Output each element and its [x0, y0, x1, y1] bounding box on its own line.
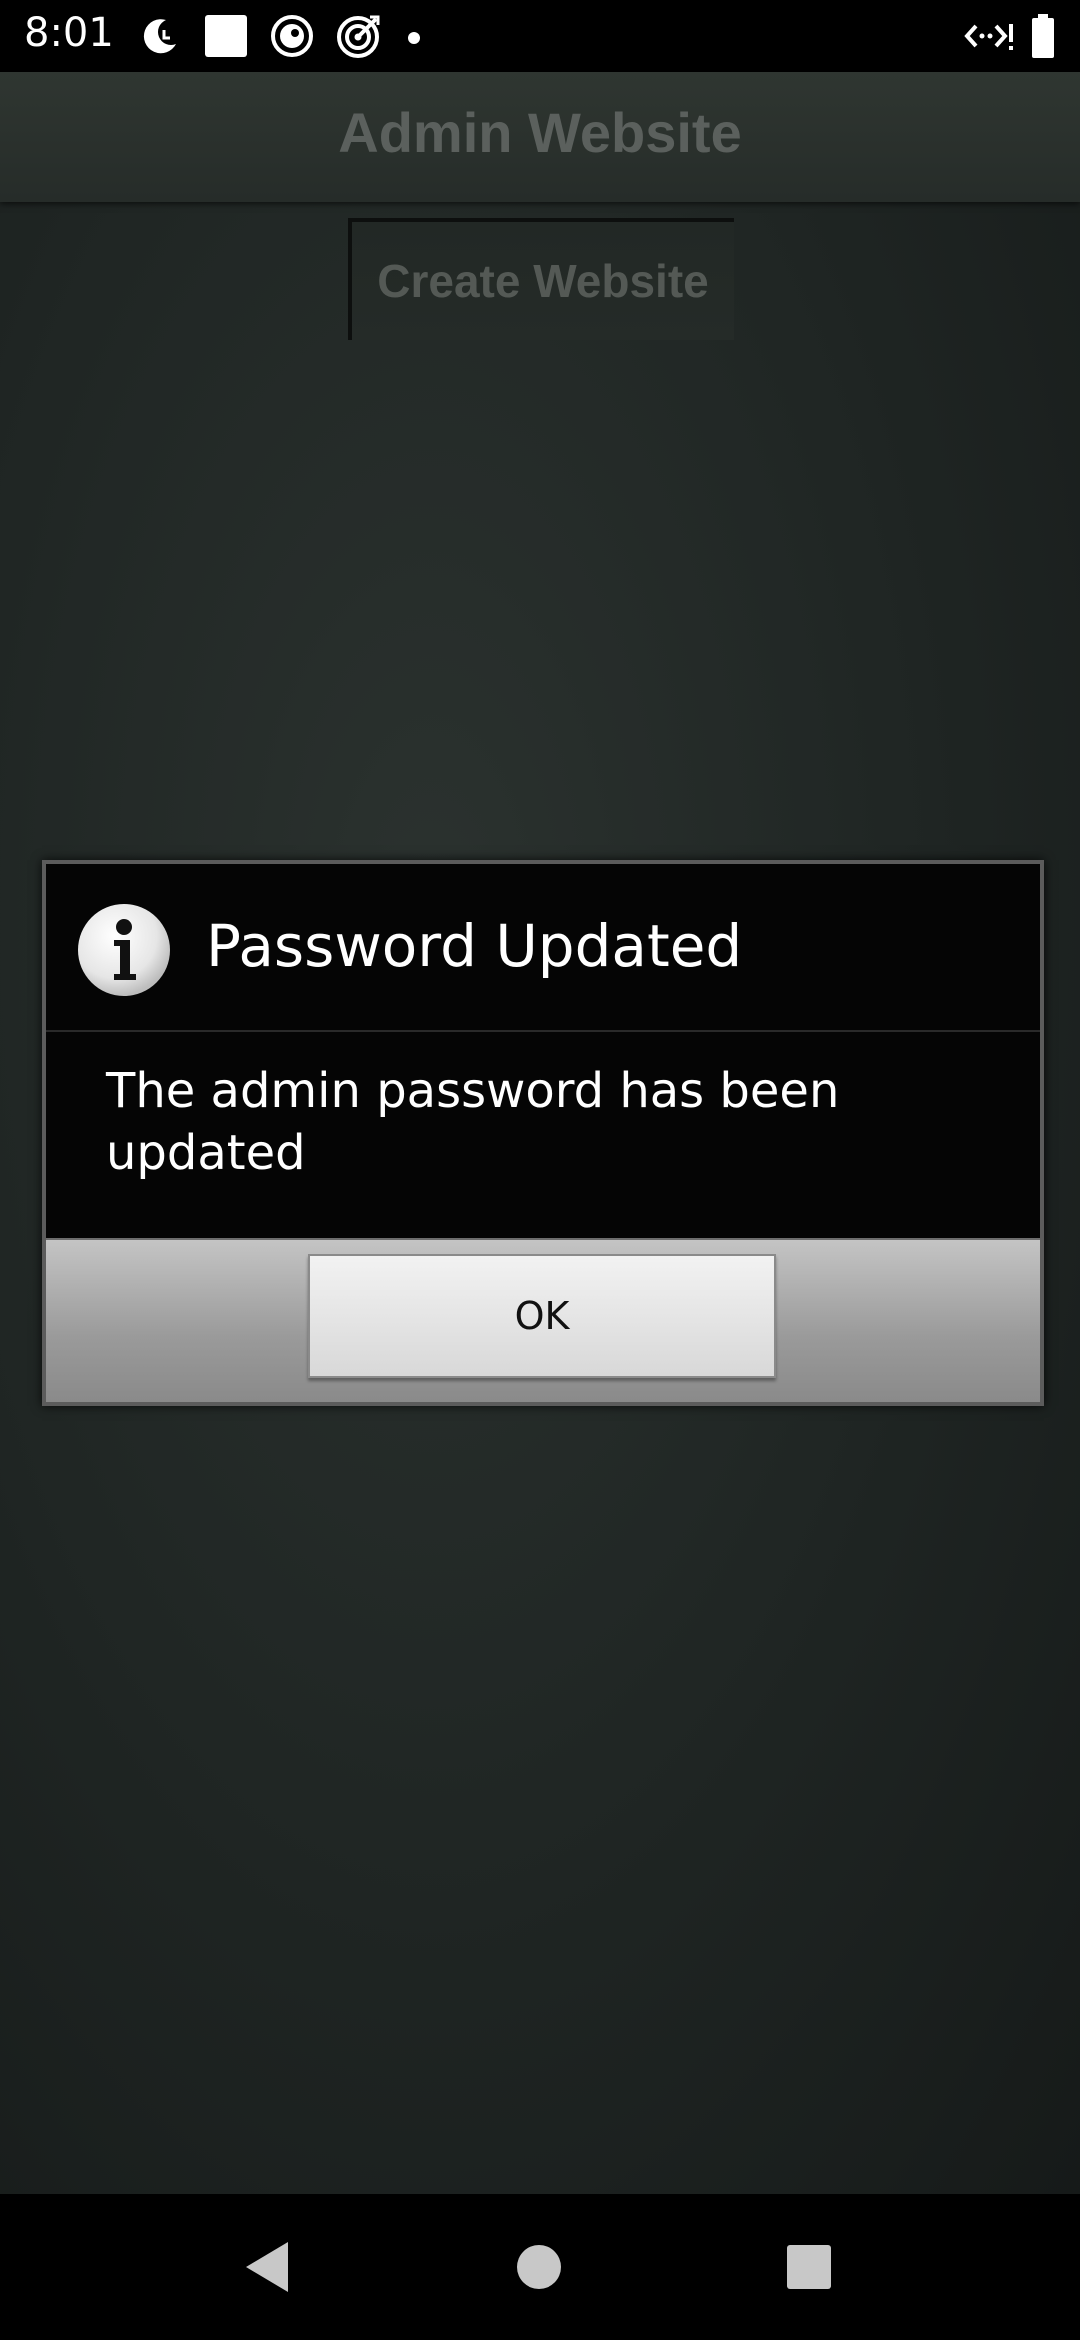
navigation-bar	[0, 2194, 1080, 2340]
dialog-message: The admin password has been updated	[106, 1063, 840, 1181]
target-icon	[336, 13, 382, 59]
create-website-button[interactable]: Create Website	[348, 218, 734, 340]
battery-icon	[1030, 13, 1056, 59]
screen: 8:01 Admin Website Create Website Passwo…	[0, 0, 1080, 2340]
dialog-title: Password Updated	[206, 912, 743, 980]
back-icon[interactable]	[234, 2234, 300, 2300]
info-icon	[76, 902, 172, 998]
moon-clock-icon	[138, 14, 182, 58]
ok-button[interactable]: OK	[308, 1254, 776, 1378]
password-updated-dialog: Password Updated The admin password has …	[42, 860, 1044, 1406]
square-icon	[204, 14, 248, 58]
circle-dot-icon	[270, 14, 314, 58]
status-icons-left	[138, 10, 424, 62]
page-title: Admin Website	[338, 101, 742, 164]
status-bar: 8:01	[0, 0, 1080, 72]
status-time: 8:01	[24, 10, 114, 56]
status-icons-right	[964, 10, 1056, 62]
dialog-header: Password Updated	[46, 864, 1040, 1032]
dot-icon	[404, 14, 424, 58]
recents-icon[interactable]	[776, 2234, 842, 2300]
data-arrows-icon	[964, 16, 1016, 56]
dialog-button-bar: OK	[46, 1238, 1040, 1402]
home-icon[interactable]	[506, 2234, 572, 2300]
